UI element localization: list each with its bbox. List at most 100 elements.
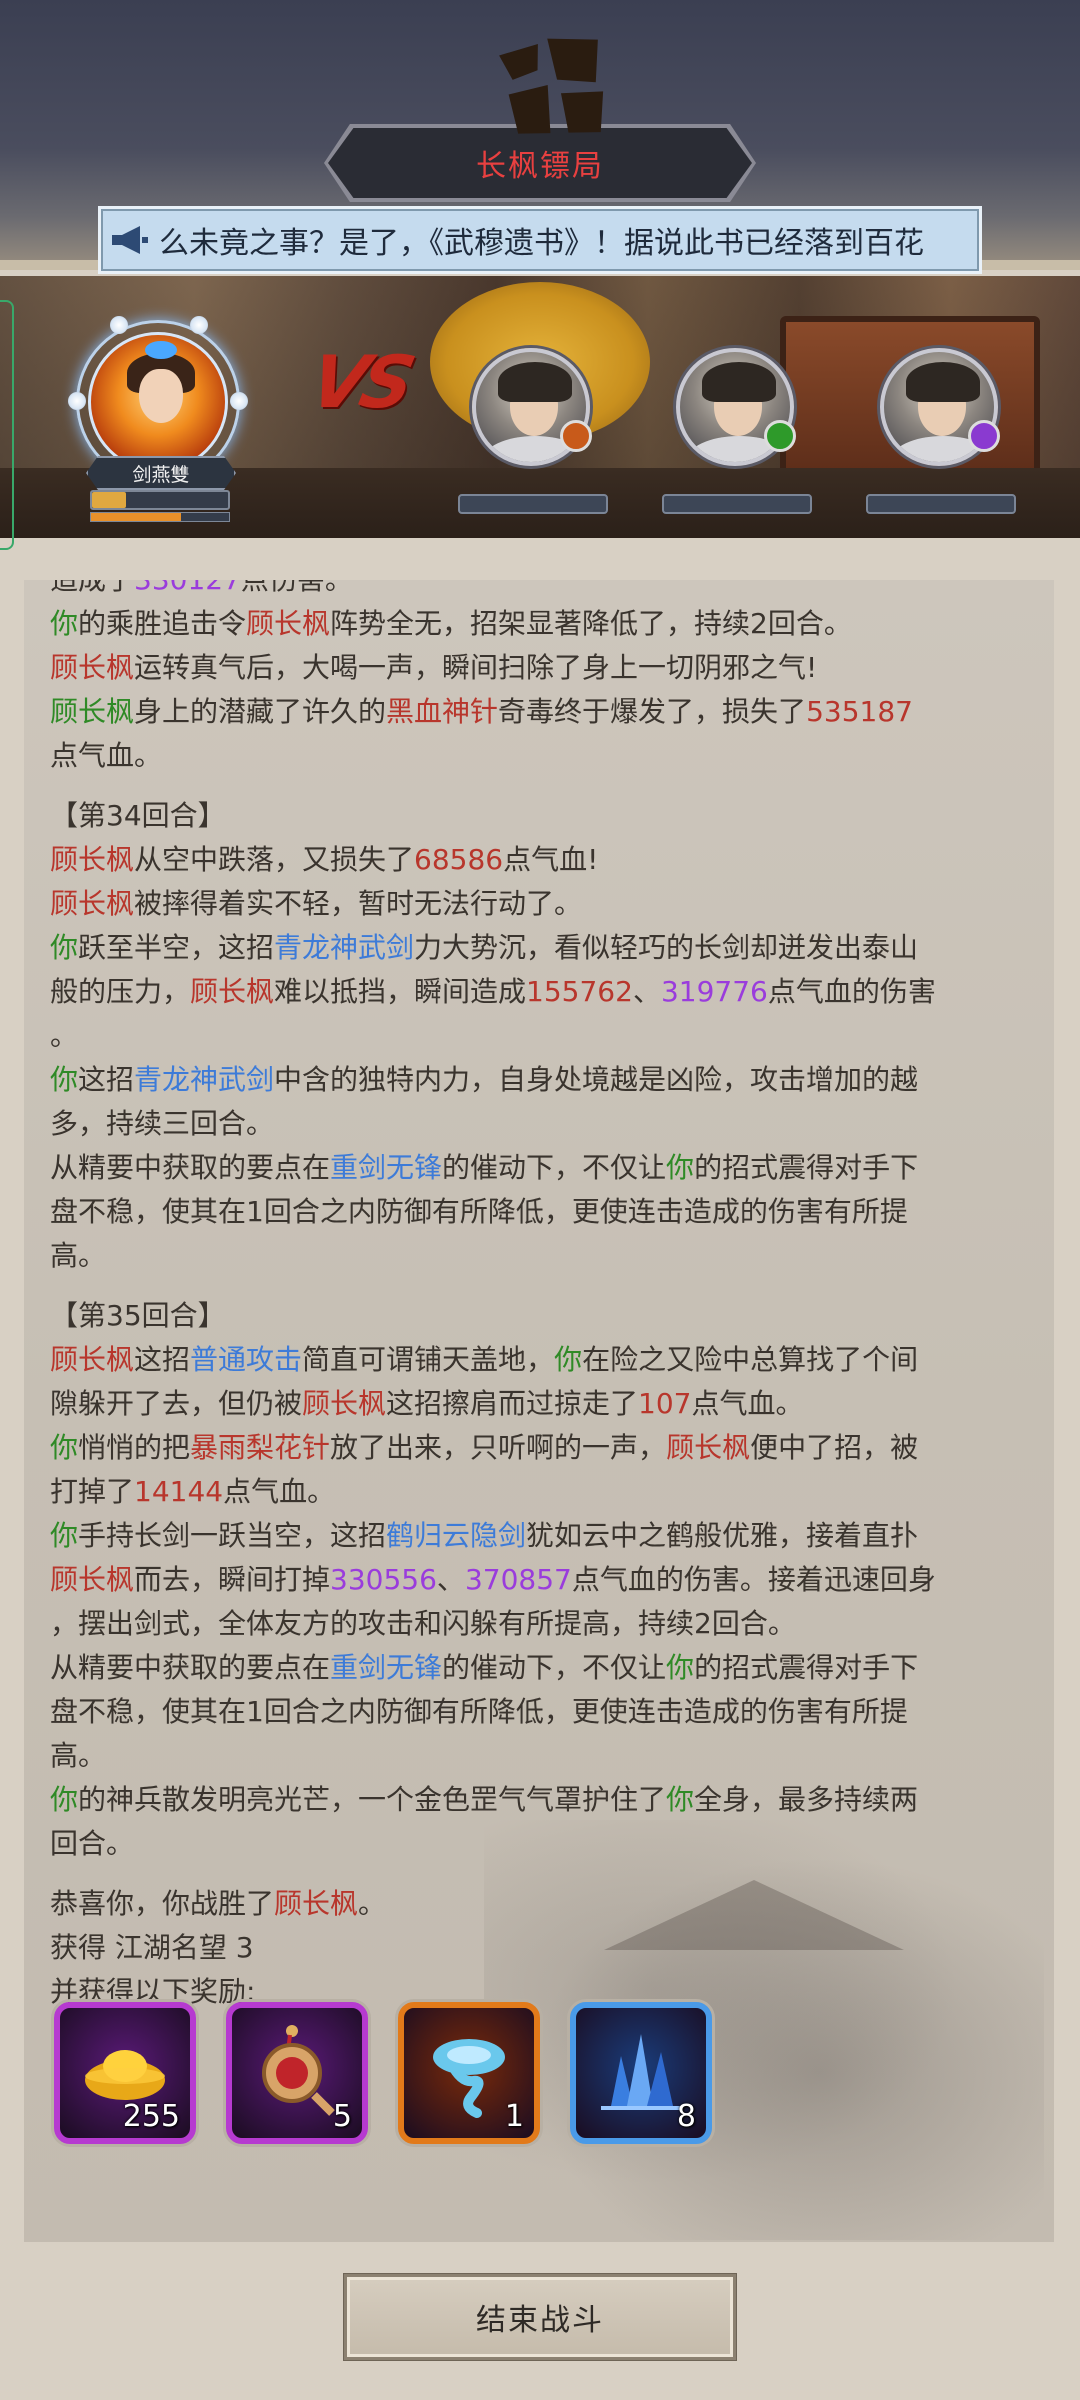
log-segment: 你 — [666, 1651, 695, 1684]
reward-count: 5 — [332, 2099, 352, 2134]
reward-count: 1 — [504, 2099, 524, 2134]
log-segment: 这招 — [134, 1343, 191, 1376]
log-segment: 恭喜你，你战胜了 — [50, 1887, 275, 1920]
log-segment: 中含的独特内力，自身处境越是凶险，攻击增加的越 — [274, 1063, 919, 1096]
player-hp-bar — [90, 490, 230, 510]
enemy-hp-bar-1 — [458, 494, 608, 514]
log-segment: 重剑无锋 — [330, 1651, 443, 1684]
log-segment: 107 — [638, 1387, 692, 1420]
log-segment: 造成了 — [50, 580, 134, 596]
log-segment: 顾长枫 — [246, 607, 331, 640]
megaphone-icon — [101, 209, 159, 271]
log-line: 【第35回合】 — [50, 1294, 1040, 1338]
fire-element-icon — [560, 420, 592, 452]
log-segment: 点气血的伤害。接着迅速回身 — [571, 1563, 936, 1596]
log-segment: 高。 — [50, 1739, 107, 1772]
log-segment: 你 — [554, 1343, 583, 1376]
log-segment: 而去，瞬间打掉 — [134, 1563, 331, 1596]
log-segment: 155762 — [526, 975, 633, 1008]
crystal-element-icon — [968, 420, 1000, 452]
log-segment: 全身，最多持续两 — [694, 1783, 919, 1816]
log-segment: 你 — [50, 607, 79, 640]
log-segment: 回合。 — [50, 1827, 135, 1860]
log-segment: 手持长剑一跃当空，这招 — [78, 1519, 387, 1552]
log-line: 顾长枫而去，瞬间打掉330556、370857点气血的伤害。接着迅速回身 — [50, 1558, 1040, 1602]
log-line: 你跃至半空，这招青龙神武剑力大势沉，看似轻巧的长剑却迸发出泰山 — [50, 926, 1040, 970]
log-segment: 你 — [50, 1519, 79, 1552]
log-line: 回合。 — [50, 1822, 1040, 1866]
player-hp-fill — [92, 492, 126, 508]
log-segment: 330127 — [134, 580, 241, 596]
log-segment: 点气血。 — [50, 739, 163, 772]
shop-sign-glyph-icon — [477, 19, 636, 183]
log-line: 高。 — [50, 1734, 1040, 1778]
log-segment: 顾长枫 — [50, 695, 135, 728]
log-segment: 阵势全无，招架显著降低了，持续2回合。 — [330, 607, 852, 640]
log-segment: 顾长枫 — [190, 975, 275, 1008]
log-line: 顾长枫身上的潜藏了许久的黑血神针奇毒终于爆发了，损失了535187 — [50, 690, 1040, 734]
log-segment: 跃至半空，这招 — [78, 931, 275, 964]
log-segment: 高。 — [50, 1239, 107, 1272]
log-segment: 顾长枫 — [666, 1431, 751, 1464]
orb-icon — [68, 392, 86, 410]
log-segment: 的招式震得对手下 — [694, 1651, 919, 1684]
log-line: 恭喜你，你战胜了顾长枫。 — [50, 1882, 1040, 1926]
log-segment: 你 — [666, 1783, 695, 1816]
log-segment: 难以抵挡，瞬间造成 — [274, 975, 527, 1008]
log-segment: 330556 — [330, 1563, 437, 1596]
announcement-ticker[interactable]: 么未竟之事？是了，《武穆遗书》！据说此书已经落到百花 — [98, 206, 982, 274]
log-segment: 黑血神针 — [386, 695, 499, 728]
player-avatar — [88, 332, 228, 472]
log-segment: 你 — [50, 1063, 79, 1096]
log-segment: 普通攻击 — [190, 1343, 303, 1376]
log-segment: 运转真气后，大喝一声，瞬间扫除了身上一切阴邪之气! — [134, 651, 818, 684]
log-line: 盘不稳，使其在1回合之内防御有所降低，更使连击造成的伤害有所提 — [50, 1190, 1040, 1234]
reward-count: 255 — [122, 2099, 180, 2134]
log-segment: 鹤归云隐剑 — [386, 1519, 527, 1552]
log-segment: 【第35回合】 — [50, 1299, 226, 1332]
leaf-element-icon — [764, 420, 796, 452]
log-line: 你这招青龙神武剑中含的独特内力，自身处境越是凶险，攻击增加的越 — [50, 1058, 1040, 1102]
log-line: 从精要中获取的要点在重剑无锋的催动下，不仅让你的招式震得对手下 — [50, 1646, 1040, 1690]
battle-log-panel[interactable]: 造成了330127点伤害。你的乘胜追击令顾长枫阵势全无，招架显著降低了，持续2回… — [24, 580, 1054, 2242]
reward-item[interactable]: 5 — [226, 2002, 368, 2144]
log-segment: 悄悄的把 — [78, 1431, 191, 1464]
log-segment: 535187 — [806, 695, 913, 728]
vs-emblem: VS — [303, 340, 417, 424]
enemy-hp-bar-2 — [662, 494, 812, 514]
log-line: 【第34回合】 — [50, 794, 1040, 838]
log-segment: 点气血! — [503, 843, 599, 876]
reward-item[interactable]: 255 — [54, 2002, 196, 2144]
log-segment: 在险之又险中总算找了个间 — [582, 1343, 919, 1376]
log-line: 点气血。 — [50, 734, 1040, 778]
log-segment: 【第34回合】 — [50, 799, 226, 832]
log-segment: 从精要中获取的要点在 — [50, 1151, 331, 1184]
orb-icon — [110, 316, 128, 334]
side-drawer-handle[interactable] — [0, 300, 14, 550]
log-segment: 奇毒终于爆发了，损失了 — [498, 695, 807, 728]
log-line: 顾长枫从空中跌落，又损失了68586点气血! — [50, 838, 1040, 882]
log-segment: 点气血。 — [691, 1387, 804, 1420]
log-segment: 青龙神武剑 — [274, 931, 415, 964]
reward-item[interactable]: 8 — [570, 2002, 712, 2144]
log-segment: 这招 — [78, 1063, 135, 1096]
battle-log-text: 造成了330127点伤害。你的乘胜追击令顾长枫阵势全无，招架显著降低了，持续2回… — [50, 580, 1040, 2014]
reward-item[interactable]: 1 — [398, 2002, 540, 2144]
log-segment: 般的压力， — [50, 975, 191, 1008]
log-line: 顾长枫这招普通攻击简直可谓铺天盖地，你在险之又险中总算找了个间 — [50, 1338, 1040, 1382]
log-segment: 暴雨梨花针 — [190, 1431, 331, 1464]
end-battle-button[interactable]: 结束战斗 — [344, 2274, 736, 2360]
log-segment: 你 — [50, 931, 79, 964]
log-segment: 的催动下，不仅让 — [442, 1151, 667, 1184]
log-segment: 你 — [666, 1151, 695, 1184]
log-line: 从精要中获取的要点在重剑无锋的催动下，不仅让你的招式震得对手下 — [50, 1146, 1040, 1190]
log-segment: 的招式震得对手下 — [694, 1151, 919, 1184]
log-segment: 点伤害。 — [241, 580, 353, 596]
escort-token-icon — [252, 2021, 342, 2125]
log-segment: 顾长枫 — [50, 1563, 135, 1596]
orb-icon — [190, 316, 208, 334]
log-line: 打掉了14144点气血。 — [50, 1470, 1040, 1514]
log-segment: 的催动下，不仅让 — [442, 1651, 667, 1684]
log-line: 高。 — [50, 1234, 1040, 1278]
enemy-hp-bar-3 — [866, 494, 1016, 514]
